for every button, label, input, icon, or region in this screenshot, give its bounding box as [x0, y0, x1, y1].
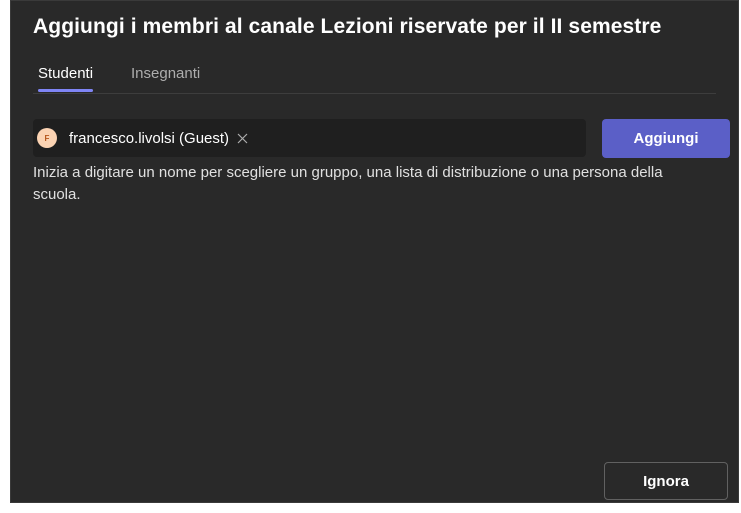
- add-members-dialog: Aggiungi i membri al canale Lezioni rise…: [10, 0, 739, 503]
- picker-hint-text: Inizia a digitare un nome per scegliere …: [33, 164, 663, 203]
- tab-studenti[interactable]: Studenti: [38, 65, 94, 92]
- person-chip-label: francesco.livolsi (Guest): [69, 129, 230, 147]
- people-picker-input[interactable]: F francesco.livolsi (Guest): [33, 119, 586, 157]
- dialog-title: Aggiungi i membri al canale Lezioni rise…: [33, 15, 662, 38]
- member-type-tabs: Studenti Insegnanti: [33, 65, 716, 94]
- ignore-button[interactable]: Ignora: [604, 462, 728, 500]
- close-icon[interactable]: [236, 132, 248, 144]
- add-button[interactable]: Aggiungi: [602, 119, 730, 158]
- avatar: F: [37, 128, 57, 148]
- person-chip: F francesco.livolsi (Guest): [37, 126, 248, 150]
- tab-insegnanti[interactable]: Insegnanti: [131, 65, 200, 82]
